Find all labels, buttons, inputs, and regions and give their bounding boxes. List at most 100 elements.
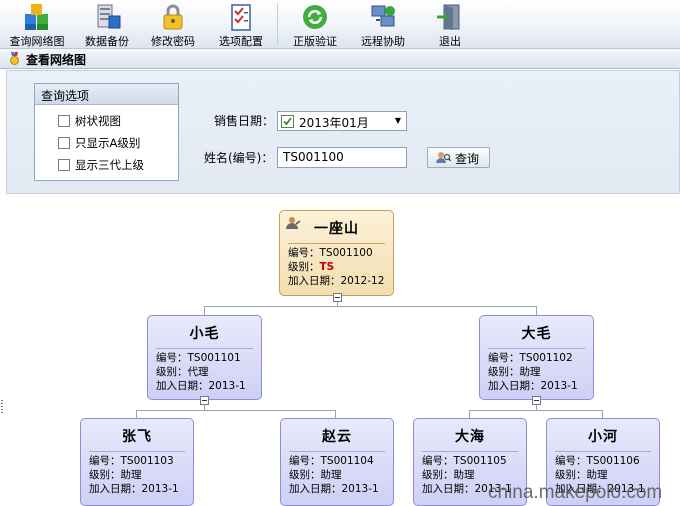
connector-line [204,306,205,315]
option-label: 树状视图 [75,114,121,128]
node-level: 级别：代理 [156,366,209,378]
remote-computer-icon [368,2,398,32]
page-title: 查看网络图 [26,53,87,67]
sale-date-checkbox[interactable] [281,115,294,128]
node-id: 编号：TS001101 [156,352,241,364]
node-level: 级别：助理 [289,469,342,481]
collapse-toggle[interactable] [333,293,342,302]
node-level-prefix: 级别： [288,261,320,273]
remote-assist-button[interactable]: 远程协助 [354,0,412,49]
options-config-button[interactable]: 选项配置 [212,0,270,49]
toolbar-label: 数据备份 [85,35,129,48]
tree-view-option[interactable]: 树状视图 [58,113,121,129]
node-level: 级别：助理 [555,469,608,481]
page-title-bar: 查看网络图 [0,49,680,69]
node-id: 编号：TS001102 [488,352,573,364]
network-cubes-icon [22,2,52,32]
search-button-label: 查询 [455,152,480,166]
node-name: 大毛 [521,326,552,342]
exit-button[interactable]: 退出 [428,0,472,49]
tree-node-root[interactable]: 一座山 编号：TS001100 级别：TS 加入日期：2012-12 [279,210,394,296]
exit-door-icon [435,2,465,32]
toolbar-label: 远程协助 [361,35,405,48]
checkbox[interactable] [58,115,70,127]
checkbox[interactable] [58,159,70,171]
node-name: 大海 [455,429,485,445]
sale-date-picker[interactable]: 2013年01月 ▼ [277,111,407,131]
medal-icon [9,52,20,65]
tree-node[interactable]: 小毛 编号：TS001101 级别：代理 加入日期：2013-1 [147,315,262,400]
license-verify-button[interactable]: 正版验证 [286,0,344,49]
connector-line [335,410,336,418]
connector-line [204,306,536,307]
resize-grip[interactable] [1,400,3,414]
query-options-group: 查询选项 树状视图 只显示A级别 显示三代上级 [34,83,179,181]
option-label: 显示三代上级 [75,158,144,172]
node-join-date: 加入日期：2013-1 [488,380,578,392]
option-label: 只显示A级别 [75,136,141,150]
node-name: 张飞 [122,429,152,445]
node-join-date: 加入日期：2013-1 [89,483,179,495]
tree-node[interactable]: 张飞 编号：TS001103 级别：助理 加入日期：2013-1 [80,418,194,506]
database-backup-icon [92,2,122,32]
name-id-input[interactable]: TS001100 [277,147,407,168]
collapse-toggle[interactable] [532,396,541,405]
toolbar-label: 选项配置 [219,35,263,48]
node-level-value: TS [319,261,335,273]
node-level: 级别：助理 [488,366,541,378]
node-divider [288,243,385,244]
toolbar-label: 退出 [439,35,461,48]
node-divider [555,451,651,452]
node-id: 编号：TS001105 [422,455,507,467]
query-panel: 查询选项 树状视图 只显示A级别 显示三代上级 销售日期： 2013年01月 ▼… [6,70,680,194]
node-divider [289,451,385,452]
watermark-text: china.makepolo.com [488,482,663,503]
chevron-down-icon[interactable]: ▼ [395,116,401,125]
node-name: 赵云 [322,429,352,445]
node-divider [89,451,185,452]
network-tree: 一座山 编号：TS001100 级别：TS 加入日期：2012-12 小毛 编号… [0,195,680,506]
show-three-generations-option[interactable]: 显示三代上级 [58,157,144,173]
tree-node[interactable]: 赵云 编号：TS001104 级别：助理 加入日期：2013-1 [280,418,394,506]
node-id: 编号：TS001103 [89,455,174,467]
toolbar-label: 正版验证 [293,35,337,48]
lock-icon [158,2,188,32]
user-icon [286,216,301,233]
collapse-toggle[interactable] [200,396,209,405]
query-network-button[interactable]: 查询网络图 [2,0,72,49]
name-id-label: 姓名(编号)： [204,151,274,165]
data-backup-button[interactable]: 数据备份 [78,0,136,49]
only-a-level-option[interactable]: 只显示A级别 [58,135,140,151]
toolbar-separator [277,3,278,45]
node-join-date: 加入日期：2013-1 [289,483,379,495]
refresh-arrows-icon [300,2,330,32]
connector-line [602,410,603,418]
node-id: 编号：TS001100 [288,247,373,259]
toolbar-label: 查询网络图 [9,35,65,48]
node-id: 编号：TS001104 [289,455,374,467]
node-id: 编号：TS001106 [555,455,640,467]
checkbox[interactable] [58,137,70,149]
node-join-date: 加入日期：2013-1 [156,380,246,392]
node-name: 小河 [588,429,618,445]
connector-line [136,410,137,418]
sale-date-value: 2013年01月 [299,116,369,130]
sale-date-label: 销售日期： [214,114,275,128]
node-name: 小毛 [189,326,220,342]
search-people-icon [436,151,452,164]
connector-line [469,410,470,418]
connector-line [136,410,336,411]
main-toolbar: 查询网络图 数据备份 修改密码 选项配置 正版验证 远程协助 退出 [0,0,680,49]
connector-line [536,306,537,315]
node-divider [422,451,518,452]
search-button[interactable]: 查询 [427,147,490,168]
query-options-title: 查询选项 [35,84,178,105]
checklist-icon [226,2,256,32]
toolbar-label: 修改密码 [151,35,195,48]
node-level: 级别：助理 [422,469,475,481]
node-divider [156,348,253,349]
change-password-button[interactable]: 修改密码 [144,0,202,49]
connector-line [469,410,603,411]
node-level: 级别：TS [280,260,393,274]
tree-node[interactable]: 大毛 编号：TS001102 级别：助理 加入日期：2013-1 [479,315,594,400]
